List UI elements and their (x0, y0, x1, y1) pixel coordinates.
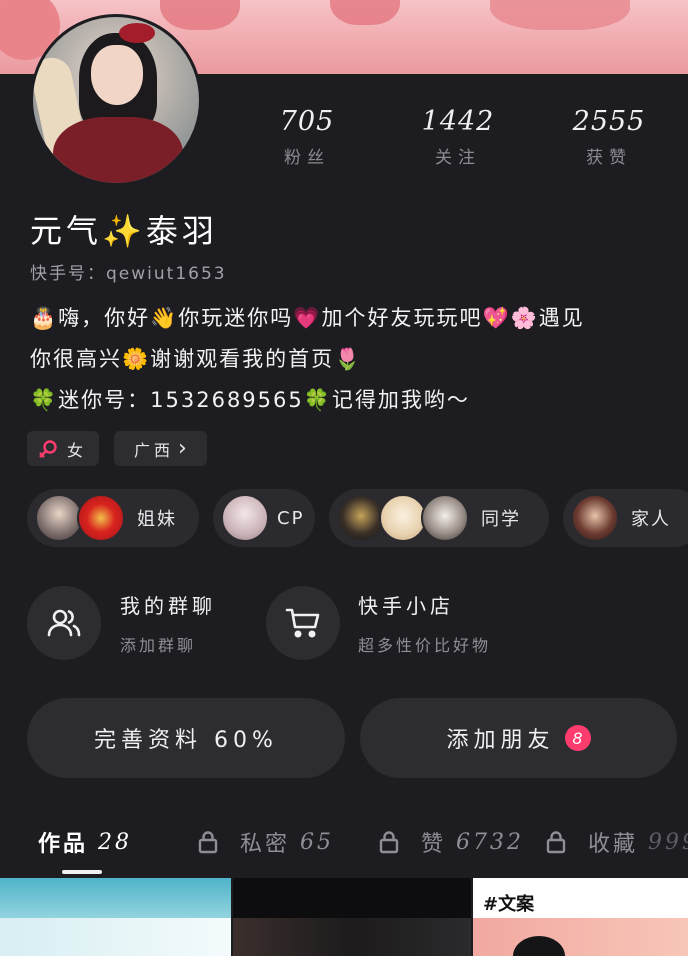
profile-bio: 🎂嗨，你好👋你玩迷你吗💗加个好友玩玩吧💖🌸遇见 你很高兴🌼谢谢观看我的首页🌷 🍀… (30, 298, 670, 421)
shop-subtitle: 超多性价比好物 (358, 636, 492, 655)
cart-icon (285, 608, 320, 638)
bio-line: 你很高兴🌼谢谢观看我的首页🌷 (30, 347, 363, 371)
followers-label: 粉丝 (284, 148, 330, 168)
avatar[interactable] (30, 14, 202, 186)
tab-label: 作品 (38, 832, 89, 857)
group-chat-title[interactable]: 我的群聊 (120, 590, 216, 619)
profile-name: 元气✨泰羽 (30, 212, 218, 250)
member-avatar (77, 494, 125, 542)
relation-group-label: 同学 (481, 509, 521, 530)
active-tab-indicator (62, 870, 102, 874)
relation-group-label: CP (277, 507, 305, 529)
likes-count: 2555 (572, 106, 646, 137)
tab-count: 28 (98, 829, 133, 855)
tab-count: 6732 (456, 829, 525, 855)
banner-decoration (490, 0, 630, 30)
shop-title[interactable]: 快手小店 (358, 590, 454, 619)
lock-icon (198, 831, 218, 854)
followers-stat[interactable]: 705 粉丝 (247, 106, 367, 168)
thumbnail-detail (0, 918, 231, 956)
post-hashtag: #文案 (483, 894, 535, 915)
tab-label: 私密 (240, 832, 291, 857)
post-thumbnail[interactable] (0, 878, 231, 956)
banner-decoration (160, 0, 240, 30)
bio-line: 🎂嗨，你好👋你玩迷你吗💗加个好友玩玩吧💖🌸遇见 (30, 306, 585, 330)
relation-group-label: 家人 (631, 509, 671, 530)
tab-private[interactable]: 私密 65 (198, 824, 334, 860)
complete-profile-label: 完善资料 60% (94, 728, 278, 753)
banner-decoration (330, 0, 400, 25)
female-icon (39, 439, 57, 458)
member-avatar (35, 494, 83, 542)
followers-count: 705 (279, 106, 335, 137)
tab-label: 赞 (421, 832, 447, 857)
relation-group-label: 姐妹 (137, 509, 177, 530)
tab-count: 999 (648, 829, 688, 855)
thumbnail-detail (473, 918, 688, 956)
tab-favorites[interactable]: 收藏 999 (546, 824, 688, 860)
following-label: 关注 (435, 148, 481, 168)
group-chat-subtitle: 添加群聊 (120, 636, 197, 655)
avatar-detail (91, 45, 143, 105)
thumbnail-detail (233, 918, 471, 956)
likes-label: 获赞 (586, 148, 632, 168)
tab-label: 收藏 (588, 832, 639, 857)
bio-line: 🍀迷你号：1532689565🍀记得加我哟～ (30, 388, 470, 412)
member-avatar (379, 494, 427, 542)
notification-badge: 8 (564, 725, 591, 751)
member-avatar (221, 494, 269, 542)
add-friends-button[interactable]: 添加朋友 8 (360, 698, 677, 778)
relation-group-family[interactable]: 家人 (563, 489, 688, 547)
member-avatar (421, 494, 469, 542)
group-icon (47, 609, 81, 637)
likes-stat[interactable]: 2555 获赞 (549, 106, 669, 168)
member-avatar (337, 494, 385, 542)
following-stat[interactable]: 1442 关注 (398, 106, 518, 168)
tab-works[interactable]: 作品 28 (38, 824, 132, 860)
relation-group-classmates[interactable]: 同学 (329, 489, 549, 547)
avatar-detail (119, 23, 155, 43)
location-tag[interactable]: 广西 › (114, 431, 207, 466)
member-avatar (571, 494, 619, 542)
relation-group-sisters[interactable]: 姐妹 (27, 489, 199, 547)
following-count: 1442 (421, 106, 495, 137)
tab-count: 65 (300, 829, 335, 855)
kuaishou-id[interactable]: 快手号：qewiut1653 (30, 259, 227, 284)
shop-button[interactable] (266, 586, 340, 660)
gender-label: 女 (67, 440, 84, 460)
lock-icon (379, 831, 399, 854)
lock-icon (546, 831, 566, 854)
avatar-detail (53, 117, 183, 183)
location-label: 广西 (134, 440, 175, 460)
tab-likes[interactable]: 赞 6732 (379, 824, 524, 860)
post-thumbnail[interactable] (233, 878, 471, 956)
gender-tag: 女 (27, 431, 99, 466)
post-thumbnail[interactable]: #文案 (473, 878, 688, 956)
relation-group-cp[interactable]: CP (213, 489, 315, 547)
add-friends-label: 添加朋友 (446, 728, 555, 753)
complete-profile-button[interactable]: 完善资料 60% (27, 698, 345, 778)
group-chat-button[interactable] (27, 586, 101, 660)
chevron-right-icon: › (178, 435, 191, 461)
